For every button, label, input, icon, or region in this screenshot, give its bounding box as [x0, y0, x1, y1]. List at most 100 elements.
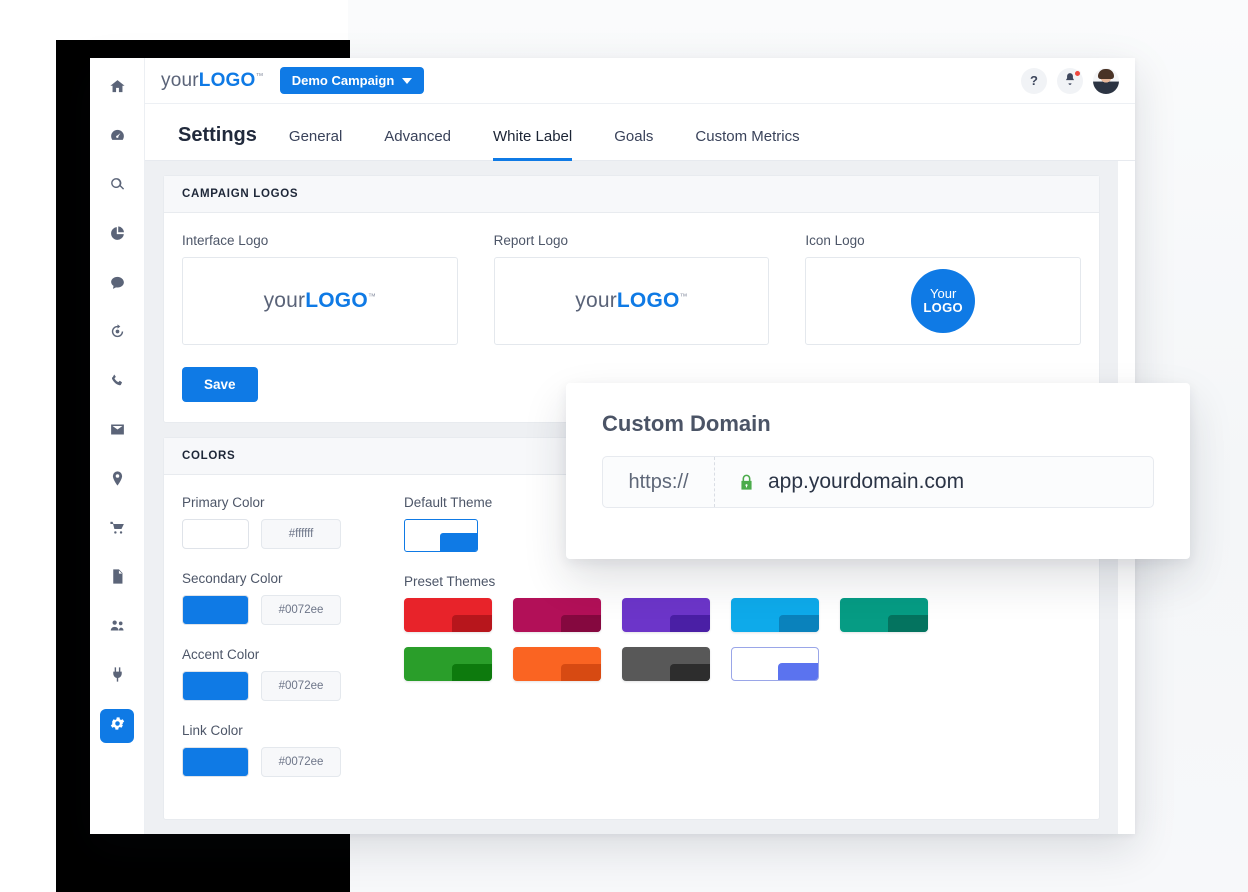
campaign-label: Demo Campaign	[291, 73, 395, 88]
secondary-color-label: Secondary Color	[182, 571, 283, 586]
brand-trademark: ™	[255, 71, 264, 81]
brand-suffix: LOGO	[198, 69, 256, 91]
logo-prefix: your	[263, 289, 306, 312]
sidebar-item-locations[interactable]	[100, 464, 134, 498]
tab-custom-metrics[interactable]: Custom Metrics	[695, 128, 799, 161]
preset-theme-swatch[interactable]	[513, 647, 601, 681]
sidebar-item-documents[interactable]	[100, 562, 134, 596]
preset-themes-grid	[404, 598, 944, 681]
campaign-selector[interactable]: Demo Campaign	[279, 67, 425, 94]
interface-logo-label: Interface Logo	[182, 233, 269, 248]
preset-themes-label: Preset Themes	[404, 574, 496, 589]
preset-theme-swatch[interactable]	[404, 598, 492, 632]
preset-theme-accent	[452, 615, 492, 632]
notifications-button[interactable]	[1057, 67, 1083, 94]
logo-trademark: ™	[679, 292, 688, 301]
campaign-logos-title: CAMPAIGN LOGOS	[164, 176, 1099, 213]
preset-theme-accent	[670, 615, 710, 632]
page-title: Settings	[178, 124, 257, 146]
tab-general[interactable]: General	[289, 128, 342, 161]
link-color-row: #0072ee	[182, 747, 402, 777]
preset-theme-accent	[778, 663, 818, 680]
avatar[interactable]	[1093, 67, 1119, 94]
report-logo-mark: yourLOGO™	[575, 289, 688, 313]
custom-domain-card: Custom Domain https:// app.yourdomain.co…	[566, 383, 1190, 559]
accent-color-swatch[interactable]	[182, 671, 249, 701]
report-logo-box[interactable]: yourLOGO™	[493, 257, 770, 345]
secondary-color-hex[interactable]: #0072ee	[261, 595, 341, 625]
map-pin-icon	[109, 470, 126, 492]
save-button[interactable]: Save	[182, 367, 258, 402]
report-logo-label: Report Logo	[493, 233, 568, 248]
sidebar-item-integrations[interactable]	[100, 660, 134, 694]
preset-theme-accent	[452, 664, 492, 681]
preset-theme-accent	[561, 664, 601, 681]
sidebar-item-chat[interactable]	[100, 268, 134, 302]
secondary-color-row: #0072ee	[182, 595, 402, 625]
sidebar-item-ecommerce[interactable]	[100, 513, 134, 547]
custom-domain-prefix: https://	[603, 457, 715, 507]
preset-theme-accent	[561, 615, 601, 632]
help-icon: ?	[1030, 73, 1038, 88]
primary-color-field: Primary Color #ffffff	[182, 495, 402, 549]
sidebar-item-home[interactable]	[100, 72, 134, 106]
custom-domain-input[interactable]: https:// app.yourdomain.com	[602, 456, 1154, 508]
logo-prefix: your	[575, 289, 617, 312]
secondary-color-swatch[interactable]	[182, 595, 249, 625]
search-icon	[109, 176, 126, 198]
icon-logo-line2: LOGO	[923, 300, 963, 315]
icon-logo-group: Icon Logo Your LOGO	[805, 233, 1082, 345]
chat-bubble-icon	[109, 274, 126, 296]
sidebar-item-search[interactable]	[100, 170, 134, 204]
sidebar-item-dashboard[interactable]	[100, 121, 134, 155]
icon-logo-mark: Your LOGO	[911, 269, 976, 333]
tab-goals[interactable]: Goals	[614, 128, 653, 161]
custom-domain-title: Custom Domain	[602, 411, 771, 436]
icon-logo-label: Icon Logo	[805, 233, 865, 248]
sidebar-item-users[interactable]	[100, 611, 134, 645]
preset-theme-swatch[interactable]	[622, 647, 710, 681]
color-fields: Primary Color #ffffff Secondary Color #0…	[182, 495, 402, 799]
preset-theme-swatch[interactable]	[731, 598, 819, 632]
notification-badge	[1074, 69, 1081, 77]
interface-logo-group: Interface Logo yourLOGO™	[182, 233, 458, 345]
preset-theme-swatch[interactable]	[622, 598, 710, 632]
sidebar-item-email[interactable]	[100, 415, 134, 449]
preset-theme-swatch[interactable]	[513, 598, 601, 632]
sidebar-item-reports[interactable]	[100, 219, 134, 253]
interface-logo-box[interactable]: yourLOGO™	[182, 257, 458, 345]
gear-icon	[109, 715, 126, 737]
sidebar-item-settings[interactable]	[100, 709, 134, 743]
link-color-swatch[interactable]	[182, 747, 249, 777]
sidebar-item-calls[interactable]	[100, 366, 134, 400]
preset-theme-swatch[interactable]	[840, 598, 928, 632]
primary-color-swatch[interactable]	[182, 519, 249, 549]
chevron-down-icon	[402, 77, 413, 84]
help-button[interactable]: ?	[1021, 67, 1047, 94]
report-logo-group: Report Logo yourLOGO™	[493, 233, 770, 345]
icon-logo-line1: Your	[930, 285, 957, 301]
interface-logo-mark: yourLOGO™	[264, 289, 377, 313]
link-color-hex[interactable]: #0072ee	[261, 747, 341, 777]
custom-domain-value[interactable]: app.yourdomain.com	[768, 470, 964, 494]
tab-advanced[interactable]: Advanced	[384, 128, 451, 161]
logo-suffix: LOGO	[616, 289, 680, 312]
refresh-icon	[109, 323, 126, 345]
users-icon	[109, 617, 126, 639]
accent-color-field: Accent Color #0072ee	[182, 647, 402, 701]
shopping-cart-icon	[109, 519, 126, 541]
default-theme-accent	[440, 533, 477, 551]
tab-bar: Settings General Advanced White Label Go…	[145, 104, 1135, 161]
logo-row: Interface Logo yourLOGO™ Report Logo you…	[182, 233, 1082, 345]
primary-color-hex[interactable]: #ffffff	[261, 519, 341, 549]
icon-logo-box[interactable]: Your LOGO	[805, 257, 1082, 345]
preset-themes-field: Preset Themes	[404, 574, 1081, 681]
preset-theme-swatch[interactable]	[731, 647, 819, 681]
tab-white-label[interactable]: White Label	[493, 128, 573, 161]
preset-theme-swatch[interactable]	[404, 647, 492, 681]
sidebar-item-activity[interactable]	[100, 317, 134, 351]
brand-logo: yourLOGO™	[161, 70, 264, 92]
default-theme-swatch[interactable]	[404, 519, 478, 552]
logo-suffix: LOGO	[305, 289, 368, 312]
accent-color-hex[interactable]: #0072ee	[261, 671, 341, 701]
